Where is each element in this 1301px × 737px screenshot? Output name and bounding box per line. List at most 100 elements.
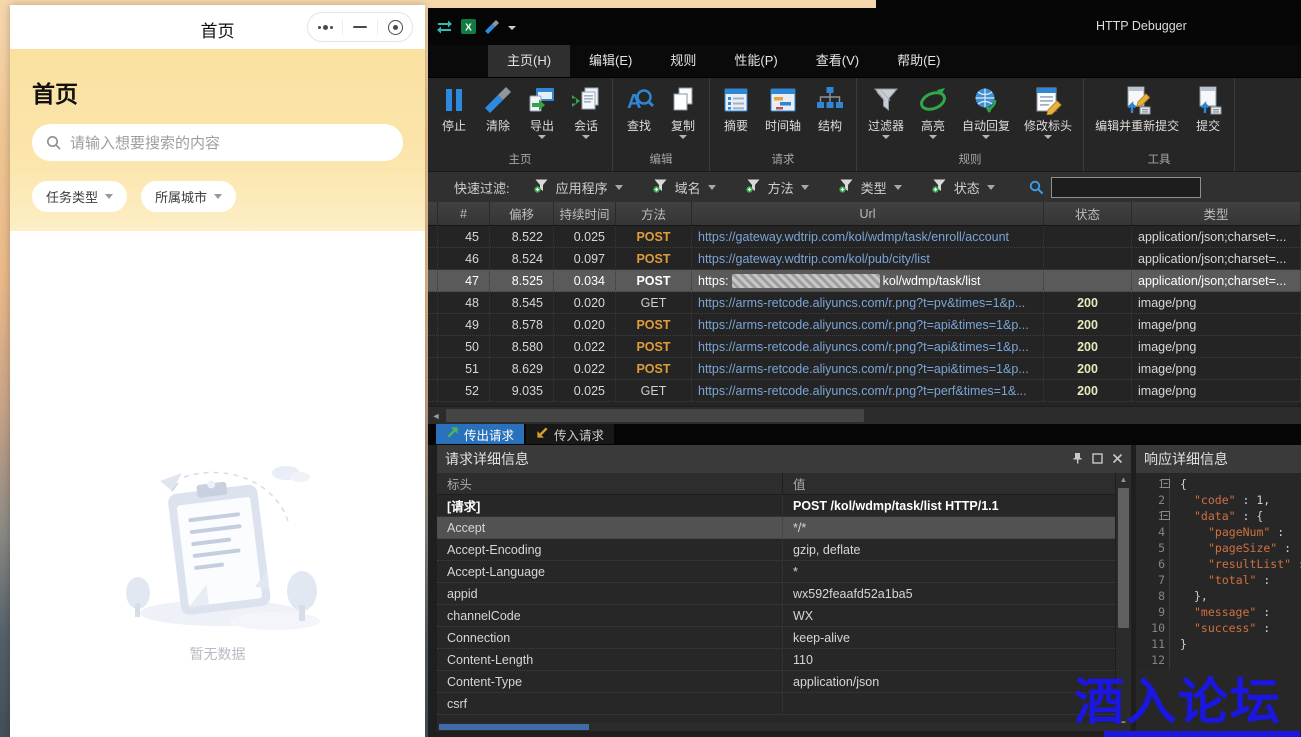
request-row[interactable]: 498.5780.020POSThttps://arms-retcode.ali… (428, 314, 1301, 336)
ribbon-button[interactable]: 会话 (564, 82, 608, 139)
dropdown-caret-icon[interactable] (708, 185, 716, 190)
column-header[interactable]: 标头 (437, 473, 783, 494)
dropdown-caret-icon[interactable] (894, 185, 902, 190)
header-row[interactable]: appidwx592feaafd52a1ba5 (437, 583, 1131, 605)
table-horizontal-scrollbar[interactable]: ◄ (428, 406, 1301, 424)
fold-collapse-icon[interactable]: − (1161, 511, 1170, 520)
fold-collapse-icon[interactable]: − (1161, 479, 1170, 488)
ribbon-button[interactable]: 导出 (520, 82, 564, 139)
details-horizontal-scrollbar[interactable] (437, 723, 1131, 731)
pin-icon[interactable] (1072, 452, 1083, 466)
header-row[interactable]: [请求]POST /kol/wdmp/task/list HTTP/1.1 (437, 495, 1131, 517)
brush-icon[interactable] (484, 19, 500, 34)
ribbon-button[interactable]: 过滤器 (861, 82, 911, 139)
request-row[interactable]: 529.0350.025GEThttps://arms-retcode.aliy… (428, 380, 1301, 402)
dropdown-caret-icon[interactable] (882, 135, 890, 139)
ribbon-button[interactable]: 停止 (432, 82, 476, 139)
search-icon (1029, 180, 1044, 195)
request-row[interactable]: 508.5800.022POSThttps://arms-retcode.ali… (428, 336, 1301, 358)
scrollbar-thumb[interactable] (446, 409, 864, 422)
header-row[interactable]: Accept*/* (437, 517, 1131, 539)
dropdown-caret-icon[interactable] (508, 26, 516, 30)
scroll-left-icon[interactable]: ◄ (428, 411, 444, 421)
ribbon-button[interactable]: 编辑并重新提交 (1088, 82, 1186, 139)
request-row[interactable]: 478.5250.034POSThttps:kol/wdmp/task/list… (428, 270, 1301, 292)
filter-pill[interactable]: 所属城市 (141, 181, 236, 212)
excel-icon[interactable]: X (461, 19, 476, 34)
scrollbar-thumb[interactable] (1118, 488, 1129, 628)
dropdown-caret-icon[interactable] (982, 135, 990, 139)
request-row[interactable]: 518.6290.022POSThttps://arms-retcode.ali… (428, 358, 1301, 380)
header-row[interactable]: Content-Typeapplication/json (437, 671, 1131, 693)
dropdown-caret-icon[interactable] (538, 135, 546, 139)
stream-tab[interactable]: 传出请求 (436, 424, 524, 444)
quick-filter-button[interactable]: 类型 (839, 178, 902, 197)
column-header[interactable]: 方法 (616, 202, 692, 225)
header-row[interactable]: Accept-Encodinggzip, deflate (437, 539, 1131, 561)
quick-search-input[interactable] (1051, 177, 1201, 198)
cell-number: 45 (438, 226, 490, 247)
line-number: 4 (1136, 524, 1165, 540)
dropdown-caret-icon[interactable] (929, 135, 937, 139)
stream-tab[interactable]: 传入请求 (526, 424, 614, 444)
quick-filter-button[interactable]: 应用程序 (534, 178, 623, 197)
header-name: [请求] (437, 495, 783, 516)
scroll-up-icon[interactable]: ▲ (1116, 473, 1131, 487)
response-json-viewer[interactable]: 1−23−456789101112 {"code" : 1,"data" : {… (1136, 473, 1301, 668)
menu-tab[interactable]: 编辑(E) (570, 45, 651, 77)
ribbon-button[interactable]: 自动回复 (955, 82, 1017, 139)
column-header[interactable]: 类型 (1132, 202, 1301, 225)
ribbon-button[interactable]: 时间轴 (758, 82, 808, 139)
minimize-icon[interactable] (343, 13, 377, 41)
quick-filter-button[interactable]: 域名 (653, 178, 716, 197)
dropdown-caret-icon[interactable] (1044, 135, 1052, 139)
dropdown-caret-icon[interactable] (679, 135, 687, 139)
menu-tab[interactable]: 主页(H) (488, 45, 570, 77)
column-header[interactable]: # (438, 202, 490, 225)
sync-icon[interactable] (436, 19, 453, 34)
column-header[interactable]: Url (692, 202, 1044, 225)
menu-tab[interactable]: 性能(P) (715, 45, 796, 77)
dropdown-caret-icon[interactable] (582, 135, 590, 139)
quick-filter-button[interactable]: 方法 (746, 178, 809, 197)
request-row[interactable]: 488.5450.020GEThttps://arms-retcode.aliy… (428, 292, 1301, 314)
menu-tab[interactable]: 规则 (651, 45, 715, 77)
ribbon-button[interactable]: 摘要 (714, 82, 758, 139)
target-icon[interactable] (378, 13, 412, 41)
dropdown-caret-icon[interactable] (615, 185, 623, 190)
ribbon-button[interactable]: 结构 (808, 82, 852, 139)
header-row[interactable]: Content-Length110 (437, 649, 1131, 671)
menu-tab[interactable]: 查看(V) (797, 45, 878, 77)
header-row[interactable]: Connectionkeep-alive (437, 627, 1131, 649)
request-row[interactable]: 458.5220.025POSThttps://gateway.wdtrip.c… (428, 226, 1301, 248)
miniapp-capsule (307, 12, 413, 42)
column-header[interactable]: 持续时间 (554, 202, 616, 225)
header-row[interactable]: csrf (437, 693, 1131, 715)
ribbon-button[interactable]: 复制 (661, 82, 705, 139)
structure-icon (815, 85, 845, 115)
cell-status (1044, 248, 1132, 269)
header-row[interactable]: Accept-Language* (437, 561, 1131, 583)
ribbon-button[interactable]: 高亮 (911, 82, 955, 139)
close-icon[interactable] (1112, 453, 1123, 466)
ribbon-button-label: 过滤器 (868, 117, 904, 134)
http-debugger-window: X HTTP Debugger 主页(H)编辑(E)规则性能(P)查看(V)帮助… (428, 8, 1301, 737)
header-row[interactable]: channelCodeWX (437, 605, 1131, 627)
column-header[interactable]: 状态 (1044, 202, 1132, 225)
filter-pill[interactable]: 任务类型 (32, 181, 127, 212)
dropdown-caret-icon[interactable] (801, 185, 809, 190)
menu-tab[interactable]: 帮助(E) (878, 45, 959, 77)
ribbon-button[interactable]: 提交 (1186, 82, 1230, 139)
column-header[interactable]: 偏移 (490, 202, 554, 225)
maximize-icon[interactable] (1092, 453, 1103, 466)
search-input[interactable]: 请输入想要搜索的内容 (32, 124, 403, 161)
column-header[interactable]: 值 (783, 473, 1131, 494)
ribbon-button[interactable]: 修改标头 (1017, 82, 1079, 139)
ribbon-button[interactable]: 清除 (476, 82, 520, 139)
dropdown-caret-icon[interactable] (987, 185, 995, 190)
ribbon-button[interactable]: A查找 (617, 82, 661, 139)
quick-filter-button[interactable]: 状态 (932, 178, 995, 197)
more-icon[interactable] (308, 13, 342, 41)
scrollbar-thumb[interactable] (439, 724, 589, 730)
request-row[interactable]: 468.5240.097POSThttps://gateway.wdtrip.c… (428, 248, 1301, 270)
